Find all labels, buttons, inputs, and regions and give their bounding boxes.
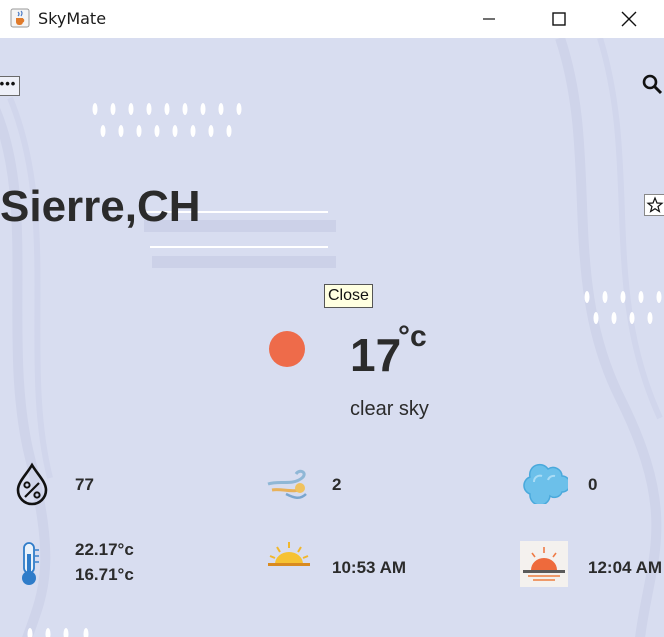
minimize-button[interactable]	[454, 0, 524, 38]
favorite-button[interactable]	[644, 194, 664, 216]
search-icon[interactable]	[640, 72, 664, 96]
java-cup-icon	[10, 8, 30, 28]
weather-panel: ••• Sierre,CH Close 17 °c clear sky 77 2…	[0, 38, 664, 637]
star-icon	[646, 196, 664, 213]
menu-button[interactable]: •••	[0, 76, 20, 96]
city-name: Sierre,CH	[0, 182, 201, 231]
humidity-value: 77	[75, 475, 94, 494]
wind-icon	[267, 469, 307, 499]
title-bar: SkyMate	[0, 0, 664, 38]
temperature-unit: °c	[398, 320, 427, 353]
humidity-icon	[16, 462, 48, 506]
temp-min-value: 16.71°c	[75, 565, 134, 584]
wind-value: 2	[332, 475, 342, 494]
thermometer-icon	[22, 542, 39, 585]
sun-icon	[269, 331, 305, 367]
sunrise-icon	[268, 542, 310, 566]
maximize-button[interactable]	[524, 0, 594, 38]
close-icon	[621, 11, 637, 27]
close-button[interactable]	[594, 0, 664, 38]
tooltip: Close	[324, 284, 373, 308]
temperature-value: 17	[350, 329, 402, 381]
window-title: SkyMate	[38, 9, 107, 28]
clouds-value: 0	[588, 475, 598, 494]
sunset-value: 12:04 AM	[588, 558, 663, 577]
minimize-icon	[483, 18, 495, 20]
sunset-icon	[520, 541, 568, 587]
maximize-icon	[552, 12, 566, 26]
temp-max-value: 22.17°c	[75, 540, 134, 559]
sunrise-value: 10:53 AM	[332, 558, 407, 577]
weather-description: clear sky	[350, 398, 429, 420]
cloud-icon	[523, 463, 568, 504]
